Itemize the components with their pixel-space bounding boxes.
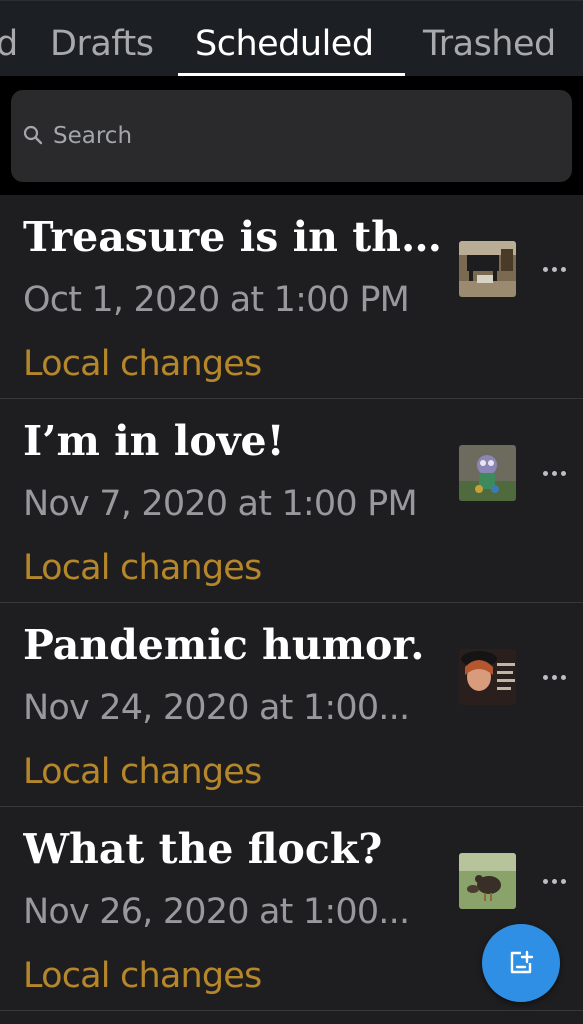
post-row[interactable]: Pandemic humor. Nov 24, 2020 at 1:00... … [0,603,583,807]
post-status: Local changes [23,956,262,996]
post-date: Nov 26, 2020 at 1:00... [23,892,410,932]
post-date: Nov 7, 2020 at 1:00 PM [23,484,418,524]
post-filter-tabs: d Drafts Scheduled Trashed [0,0,583,76]
post-thumbnail [459,241,516,297]
tab-scheduled[interactable]: Scheduled [195,23,374,65]
tab-published-partial[interactable]: d [0,23,18,65]
new-post-button[interactable] [482,924,560,1002]
post-thumbnail [459,445,516,501]
post-status: Local changes [23,752,262,792]
post-status: Local changes [23,344,262,384]
post-date: Oct 1, 2020 at 1:00 PM [23,280,410,320]
search-input[interactable] [53,118,533,154]
post-row[interactable]: Treasure is in th... Oct 1, 2020 at 1:00… [0,195,583,399]
post-title: Treasure is in th... [23,213,443,261]
tab-trashed[interactable]: Trashed [423,23,556,65]
tab-drafts[interactable]: Drafts [50,23,154,65]
post-list: Treasure is in th... Oct 1, 2020 at 1:00… [0,195,583,1011]
search-field[interactable] [11,90,572,182]
more-options-button[interactable] [534,255,574,283]
post-title: What the flock? [23,825,383,873]
more-options-button[interactable] [534,663,574,691]
search-bar-container [0,76,583,195]
post-row[interactable]: I’m in love! Nov 7, 2020 at 1:00 PM Loca… [0,399,583,603]
post-thumbnail [459,649,516,705]
more-options-button[interactable] [534,459,574,487]
search-icon [23,125,43,145]
post-thumbnail [459,853,516,909]
post-date: Nov 24, 2020 at 1:00... [23,688,410,728]
post-title: I’m in love! [23,417,285,465]
new-post-icon [510,950,534,974]
more-options-button[interactable] [534,867,574,895]
post-status: Local changes [23,548,262,588]
post-title: Pandemic humor. [23,621,425,669]
